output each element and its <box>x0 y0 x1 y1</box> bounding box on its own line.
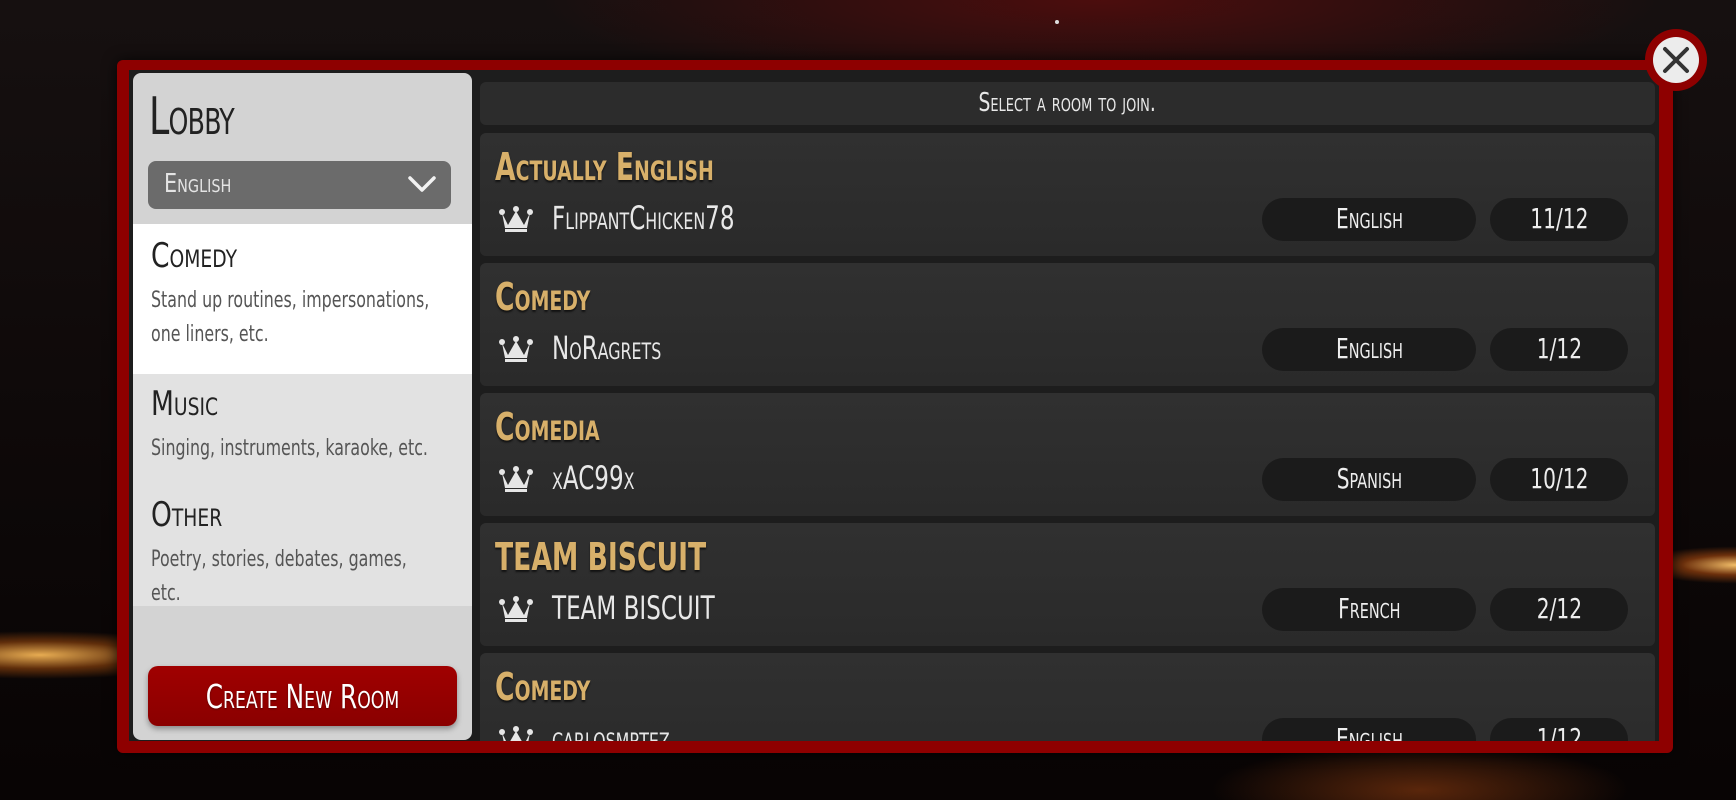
room-item[interactable]: Comedy NoRagrets English 1/12 <box>480 263 1655 386</box>
room-occupancy-badge: 10/12 <box>1490 458 1628 501</box>
room-occupancy-badge: 1/12 <box>1490 328 1628 371</box>
create-new-room-button[interactable]: Create New Room <box>148 666 457 726</box>
room-language-badge: French <box>1262 588 1476 631</box>
room-occupancy-badge: 1/12 <box>1490 718 1628 741</box>
room-language: English <box>1335 722 1403 741</box>
chevron-down-icon <box>408 176 436 192</box>
crown-icon <box>499 206 533 232</box>
room-occupancy: 2/12 <box>1536 592 1582 625</box>
room-language: English <box>1335 202 1403 235</box>
lobby-dialog: Lobby English Comedy Stand up routines, … <box>117 60 1673 753</box>
room-list[interactable]: Select a room to join. Actually English … <box>480 70 1655 741</box>
crown-icon <box>499 726 533 741</box>
category-name: Comedy <box>151 236 238 276</box>
room-language: Spanish <box>1336 462 1402 495</box>
room-occupancy-badge: 2/12 <box>1490 588 1628 631</box>
room-item[interactable]: TEAM BISCUIT TEAM BISCUIT French 2/12 <box>480 523 1655 646</box>
room-name: Comedia <box>495 405 600 449</box>
room-item[interactable]: Comedia xAC99x Spanish 10/12 <box>480 393 1655 516</box>
category-comedy[interactable]: Comedy Stand up routines, impersonations… <box>133 224 472 374</box>
language-select-value: English <box>164 169 232 199</box>
room-occupancy: 10/12 <box>1529 462 1589 495</box>
category-music[interactable]: Music Singing, instruments, karaoke, etc… <box>133 374 472 487</box>
lobby-title: Lobby <box>149 87 235 147</box>
category-description: Poetry, stories, debates, games, etc. <box>151 547 407 606</box>
language-select[interactable]: English <box>148 161 451 209</box>
room-language-badge: English <box>1262 718 1476 741</box>
room-owner: TEAM BISCUIT <box>552 589 715 627</box>
room-owner: NoRagrets <box>552 329 662 367</box>
room-name: Comedy <box>495 275 591 319</box>
room-name: Actually English <box>495 145 714 189</box>
crown-icon <box>499 466 533 492</box>
close-icon <box>1663 47 1689 73</box>
room-occupancy: 11/12 <box>1529 202 1589 235</box>
room-name: Comedy <box>495 665 591 709</box>
room-language-badge: Spanish <box>1262 458 1476 501</box>
room-owner: FlippantChicken78 <box>552 199 735 237</box>
crown-icon <box>499 596 533 622</box>
room-item[interactable]: Comedy carlosmrtez English 1/12 <box>480 653 1655 741</box>
room-occupancy-badge: 11/12 <box>1490 198 1628 241</box>
room-name: TEAM BISCUIT <box>495 535 707 579</box>
crown-icon <box>499 336 533 362</box>
category-description: Stand up routines, impersonations, one l… <box>151 288 430 347</box>
room-occupancy: 1/12 <box>1536 332 1582 365</box>
room-owner: carlosmrtez <box>552 719 670 741</box>
room-language-badge: English <box>1262 198 1476 241</box>
room-item[interactable]: Actually English FlippantChicken78 Engli… <box>480 133 1655 256</box>
room-language: English <box>1335 332 1403 365</box>
background-light-dot <box>1055 20 1059 24</box>
room-occupancy: 1/12 <box>1536 722 1582 741</box>
lobby-sidebar: Lobby English Comedy Stand up routines, … <box>133 73 472 740</box>
category-other[interactable]: Other Poetry, stories, debates, games, e… <box>133 487 472 606</box>
room-list-header: Select a room to join. <box>480 82 1655 125</box>
lobby-dialog-body: Lobby English Comedy Stand up routines, … <box>129 70 1659 741</box>
create-new-room-label: Create New Room <box>205 676 400 716</box>
room-owner: xAC99x <box>552 459 635 497</box>
room-language-badge: English <box>1262 328 1476 371</box>
close-button[interactable] <box>1645 29 1707 91</box>
category-name: Music <box>151 384 219 424</box>
room-language: French <box>1337 592 1401 625</box>
room-list-instruction: Select a room to join. <box>978 88 1157 118</box>
category-description: Singing, instruments, karaoke, etc. <box>151 436 428 461</box>
category-name: Other <box>151 495 223 535</box>
